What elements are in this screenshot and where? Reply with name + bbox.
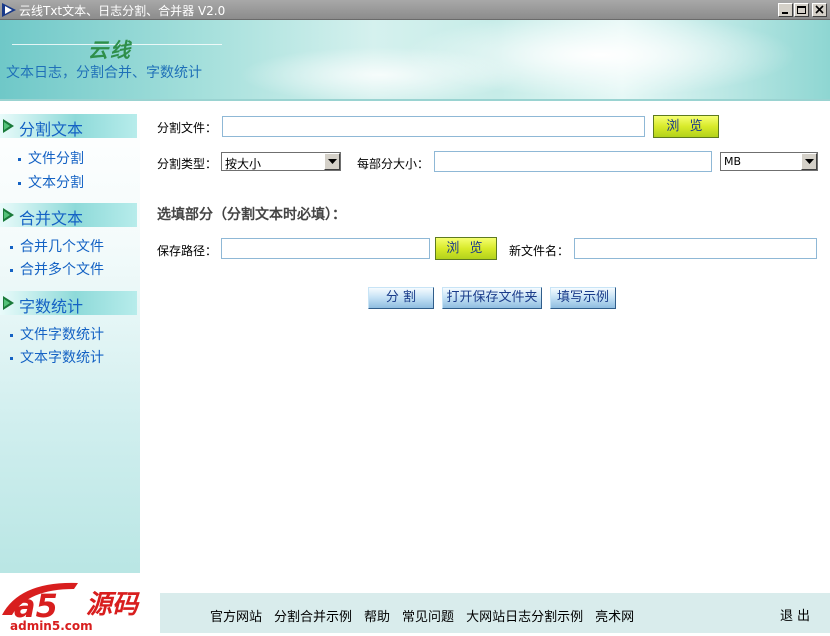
- sidebar-section-label: 合并文本: [19, 209, 84, 228]
- part-size-input[interactable]: [434, 151, 712, 172]
- sidebar-item-file-split[interactable]: 文件分割: [18, 148, 84, 168]
- split-type-value: 按大小: [225, 157, 262, 171]
- footer-link-faq[interactable]: 常见问题: [402, 610, 454, 625]
- dropdown-button[interactable]: [801, 153, 817, 170]
- bullet-icon: [18, 157, 21, 161]
- watermark-logo: a5 源码 admin5.com: [0, 573, 160, 633]
- browse-path-button[interactable]: 浏 览: [435, 237, 497, 260]
- sidebar-item-label: 文本分割: [28, 175, 84, 191]
- app-icon: [2, 3, 16, 17]
- split-file-input[interactable]: [222, 116, 645, 137]
- save-path-label: 保存路径：: [157, 244, 218, 258]
- open-folder-button[interactable]: 打开保存文件夹: [442, 287, 542, 309]
- bullet-icon: [10, 333, 13, 337]
- sidebar-section-split[interactable]: 分割文本: [0, 114, 137, 139]
- sidebar-item-file-count[interactable]: 文件字数统计: [10, 324, 104, 344]
- sidebar-section-count[interactable]: 字数统计: [0, 291, 137, 316]
- arrow-highlight: [4, 122, 10, 130]
- bullet-icon: [10, 245, 13, 249]
- logo-url: admin5.com: [10, 619, 93, 633]
- fill-example-button[interactable]: 填写示例: [550, 287, 616, 309]
- footer-link-split-merge-example[interactable]: 分割合并示例: [274, 610, 352, 625]
- sidebar-item-label: 合并多个文件: [20, 262, 104, 278]
- sidebar-item-merge-many[interactable]: 合并多个文件: [10, 259, 104, 279]
- sidebar: 分割文本 文件分割 文本分割 合并文本 合并几个文件 合并多个文件 字数统计 文…: [0, 101, 140, 573]
- title-bar: 云线Txt文本、日志分割、合并器 V2.0: [0, 0, 830, 20]
- close-icon: [815, 5, 824, 14]
- maximize-icon: [797, 6, 806, 14]
- browse-file-button[interactable]: 浏 览: [653, 115, 719, 138]
- arrow-highlight: [4, 299, 10, 307]
- footer-link-help[interactable]: 帮助: [364, 610, 390, 625]
- dropdown-button[interactable]: [324, 153, 340, 170]
- split-type-label: 分割类型：: [157, 157, 218, 171]
- footer-link-official-site[interactable]: 官方网站: [210, 610, 262, 625]
- sidebar-item-label: 文件分割: [28, 151, 84, 167]
- footer-links: 官方网站 分割合并示例 帮助 常见问题 大网站日志分割示例 亮术网: [210, 606, 646, 625]
- sidebar-section-label: 字数统计: [19, 297, 84, 316]
- footer-link-log-split-example[interactable]: 大网站日志分割示例: [466, 610, 583, 625]
- chevron-down-icon: [328, 159, 337, 164]
- sidebar-item-text-count[interactable]: 文本字数统计: [10, 347, 104, 367]
- size-unit-select[interactable]: MB: [720, 152, 818, 171]
- sidebar-item-text-split[interactable]: 文本分割: [18, 172, 84, 192]
- save-path-input[interactable]: [221, 238, 430, 259]
- sidebar-item-label: 文本字数统计: [20, 350, 104, 366]
- brand-name: 云线: [88, 38, 132, 62]
- logo-text: 源码: [86, 590, 140, 620]
- optional-section-title: 选填部分（分割文本时必填）：: [157, 207, 346, 223]
- size-unit-value: MB: [724, 155, 742, 168]
- minimize-button[interactable]: [778, 3, 793, 17]
- part-size-label: 每部分大小：: [357, 157, 430, 171]
- bullet-icon: [10, 356, 13, 360]
- sidebar-section-merge[interactable]: 合并文本: [0, 203, 137, 228]
- maximize-button[interactable]: [794, 3, 809, 17]
- sidebar-section-label: 分割文本: [19, 120, 84, 139]
- banner-subtitle: 文本日志，分割合并、字数统计: [6, 65, 202, 81]
- split-button[interactable]: 分 割: [368, 287, 434, 309]
- footer-link-liangshu[interactable]: 亮术网: [595, 610, 634, 625]
- chevron-down-icon: [805, 159, 814, 164]
- sidebar-item-label: 合并几个文件: [20, 239, 104, 255]
- sidebar-item-merge-several[interactable]: 合并几个文件: [10, 236, 104, 256]
- bullet-icon: [10, 268, 13, 272]
- arrow-highlight: [4, 211, 10, 219]
- header-banner: 云线 文本日志，分割合并、字数统计: [0, 20, 830, 100]
- split-type-select[interactable]: 按大小: [221, 152, 341, 171]
- close-button[interactable]: [812, 3, 827, 17]
- exit-button[interactable]: 退出: [780, 605, 814, 624]
- bullet-icon: [18, 181, 21, 185]
- window-title: 云线Txt文本、日志分割、合并器 V2.0: [19, 4, 226, 18]
- minimize-icon: [782, 12, 788, 14]
- sidebar-item-label: 文件字数统计: [20, 327, 104, 343]
- new-file-name-input[interactable]: [574, 238, 817, 259]
- a5-logo-icon: a5 源码 admin5.com: [2, 582, 140, 633]
- split-file-label: 分割文件：: [157, 121, 218, 135]
- new-file-name-label: 新文件名：: [509, 244, 570, 258]
